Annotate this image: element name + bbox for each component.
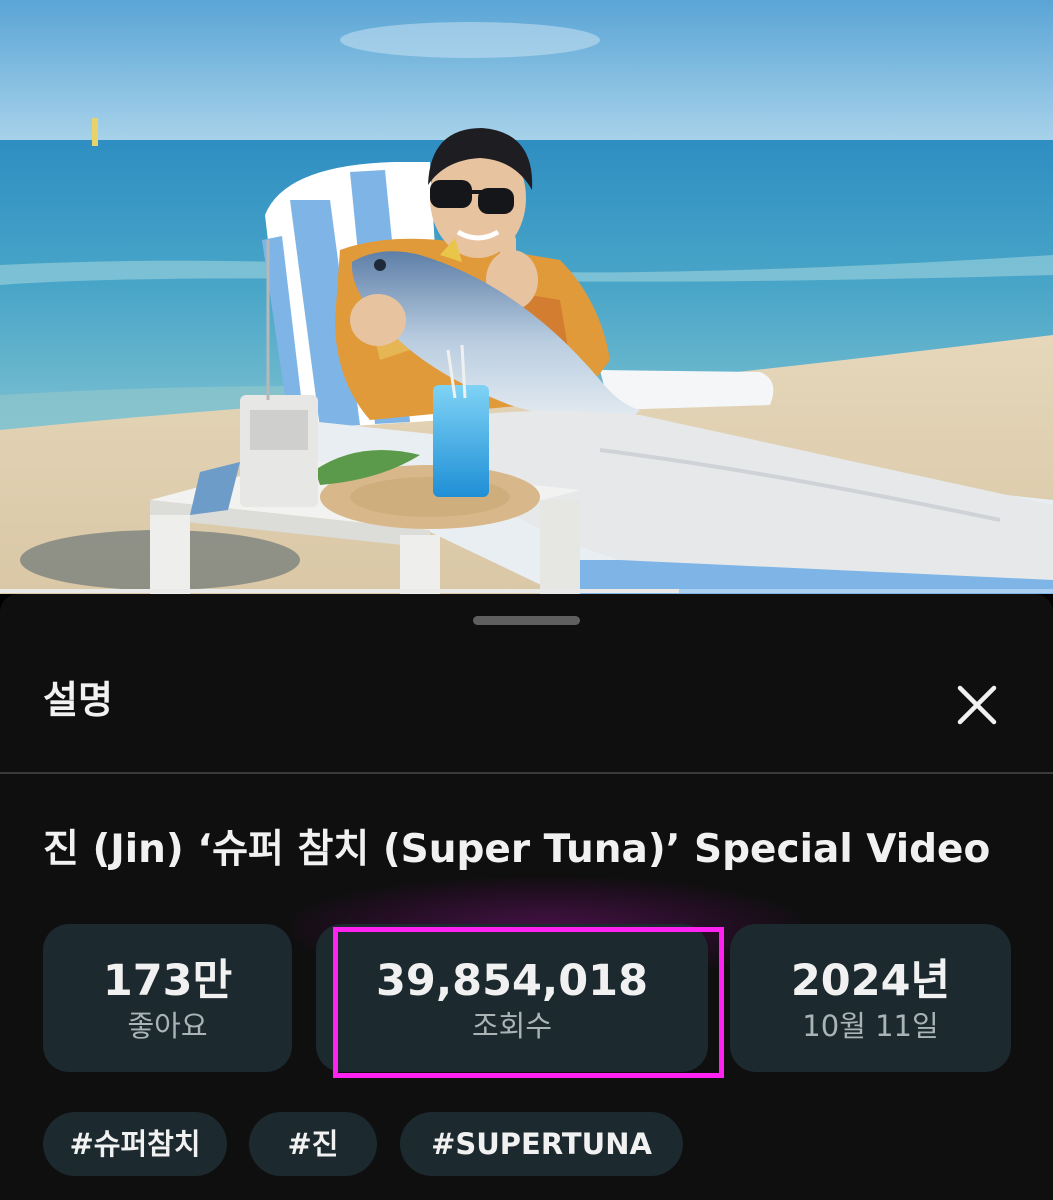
- video-progress-fill: [0, 589, 680, 593]
- close-icon: [957, 685, 997, 725]
- likes-stat[interactable]: 173만 좋아요: [43, 924, 292, 1072]
- sheet-divider: [0, 772, 1053, 774]
- likes-count: 173만: [102, 956, 233, 1006]
- hashtag-supertuna-kr[interactable]: #슈퍼참치: [43, 1112, 227, 1176]
- hashtag-supertuna[interactable]: #SUPERTUNA: [400, 1112, 683, 1176]
- close-button[interactable]: [947, 678, 1007, 738]
- video-player[interactable]: [0, 0, 1053, 594]
- video-title: 진 (Jin) ‘슈퍼 참치 (Super Tuna)’ Special Vid…: [43, 827, 991, 872]
- likes-label: 좋아요: [127, 1009, 208, 1043]
- drag-handle[interactable]: [473, 616, 580, 625]
- sheet-title: 설명: [43, 678, 113, 722]
- video-progress-track[interactable]: [0, 589, 1053, 593]
- date-stat: 2024년 10월 11일: [730, 924, 1011, 1072]
- hashtag-jin[interactable]: #진: [249, 1112, 377, 1176]
- beach-scene-image: [0, 0, 1053, 594]
- views-highlight-box: [333, 927, 724, 1078]
- upload-date: 10월 11일: [802, 1009, 939, 1043]
- description-sheet: 설명 진 (Jin) ‘슈퍼 참치 (Super Tuna)’ Special …: [0, 594, 1053, 1200]
- upload-year: 2024년: [790, 956, 951, 1006]
